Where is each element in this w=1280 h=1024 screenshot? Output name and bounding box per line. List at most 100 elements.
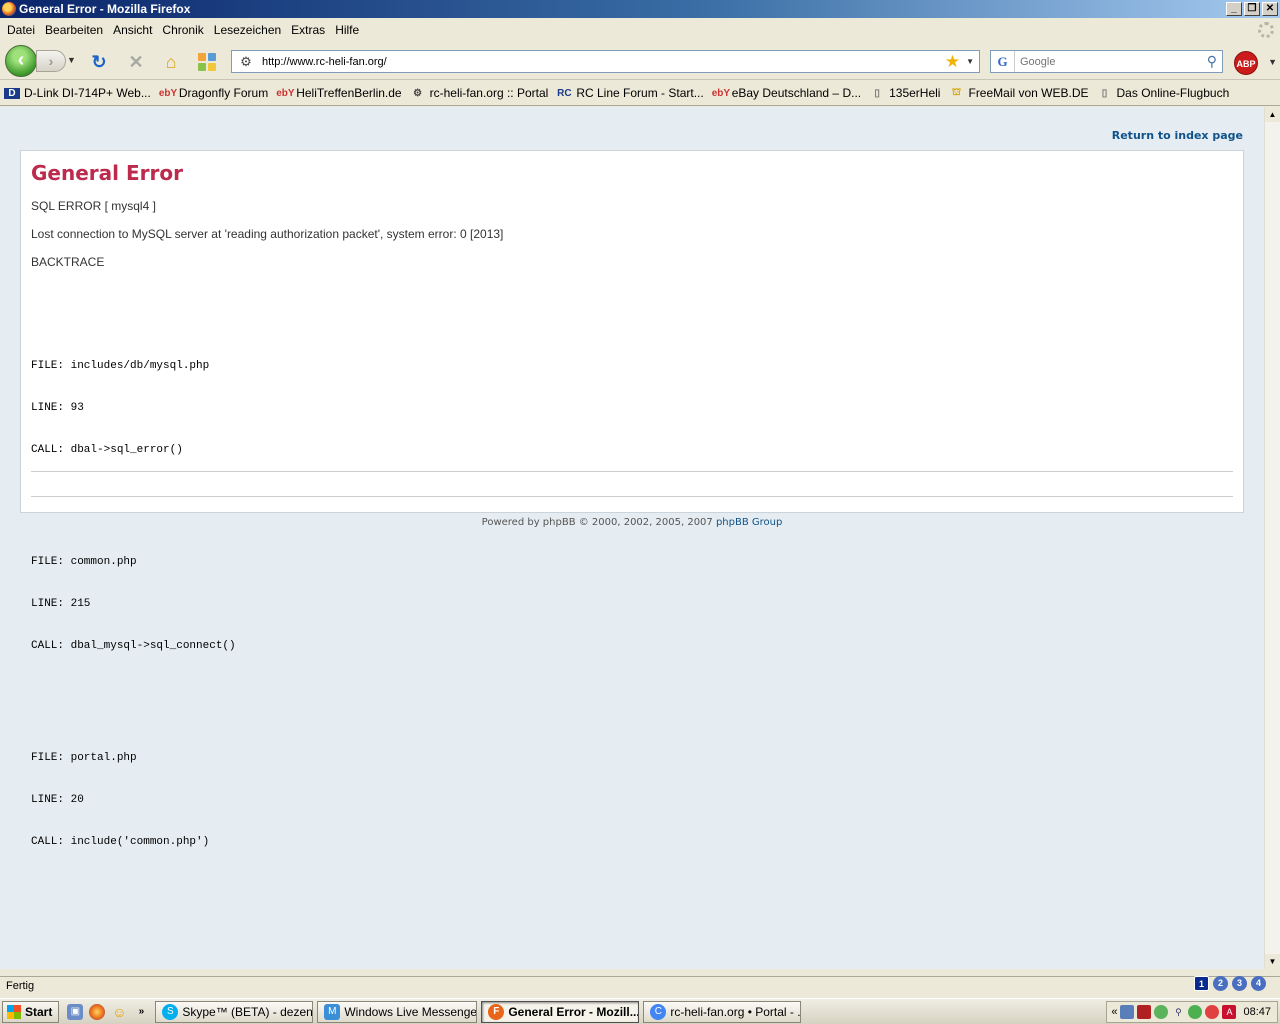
bookmark-label: eBay Deutschland – D... [731, 86, 862, 100]
messenger-tray-icon[interactable] [1154, 1005, 1169, 1019]
toolbar-overflow-icon[interactable]: ▼ [1268, 57, 1277, 67]
maximize-button[interactable]: ❐ [1244, 2, 1260, 16]
bookmark-star-icon[interactable]: ★ [945, 52, 960, 71]
bookmark-dlink[interactable]: D D-Link DI-714P+ Web... [0, 86, 155, 100]
start-button[interactable]: Start [2, 1000, 60, 1023]
url-dropdown-icon[interactable]: ▼ [966, 57, 974, 66]
task-label: Skype™ (BETA) - dezender [182, 1004, 313, 1019]
scroll-down-icon[interactable]: ▼ [1265, 954, 1280, 969]
history-dropdown-icon[interactable]: ▼ [67, 55, 76, 65]
home-icon[interactable]: ⌂ [160, 51, 182, 73]
bookmark-label: FreeMail von WEB.DE [968, 86, 1089, 100]
error-heading: General Error [31, 161, 183, 185]
close-button[interactable]: ✕ [1262, 2, 1278, 16]
search-tray-icon[interactable]: ⚲ [1171, 1005, 1185, 1019]
task-skype[interactable]: S Skype™ (BETA) - dezender [155, 1000, 314, 1023]
system-tray: « ⚲ A 08:47 [1106, 1001, 1278, 1023]
scroll-up-icon[interactable]: ▲ [1265, 107, 1280, 122]
acrobat-icon[interactable]: A [1222, 1005, 1237, 1019]
trace-line: LINE: 215 [31, 598, 91, 610]
trace-file: FILE: common.php [31, 556, 137, 568]
bookmark-rc-line[interactable]: RC RC Line Forum - Start... [552, 86, 707, 100]
bookmark-ebay[interactable]: ebY eBay Deutschland – D... [708, 86, 865, 100]
search-input[interactable] [1015, 55, 1207, 68]
backtrace-label: BACKTRACE [31, 255, 105, 269]
status-text: Fertig [6, 980, 35, 992]
menu-datei[interactable]: Datei [2, 23, 40, 37]
menu-lesezeichen[interactable]: Lesezeichen [209, 23, 286, 37]
error-panel: General Error SQL ERROR [ mysql4 ] Lost … [20, 150, 1244, 848]
windows-logo-icon [7, 1004, 21, 1019]
trace-line: LINE: 20 [31, 794, 84, 806]
start-label: Start [25, 1004, 53, 1019]
search-engine-icon[interactable]: G [991, 51, 1015, 72]
site-favicon-icon: ⚙ [240, 53, 252, 69]
desktop-1-button[interactable]: 1 [1194, 976, 1209, 991]
back-button[interactable]: ‹ [5, 45, 37, 77]
adblock-icon[interactable]: ABP [1234, 51, 1258, 75]
forward-button[interactable]: › [36, 50, 66, 72]
menu-hilfe[interactable]: Hilfe [330, 23, 364, 37]
bookmark-label: rc-heli-fan.org :: Portal [429, 86, 549, 100]
task-label: rc-heli-fan.org • Portal - ... [670, 1004, 802, 1019]
show-desktop-icon[interactable]: ▣ [67, 1003, 84, 1020]
firefox-icon [2, 2, 16, 16]
bookmark-rc-heli-fan[interactable]: ⚙ rc-heli-fan.org :: Portal [406, 86, 553, 100]
tray-expand-icon[interactable]: « [1111, 1006, 1117, 1018]
reload-icon[interactable]: ↻ [88, 51, 110, 73]
rc-line-icon: RC [557, 87, 572, 99]
stop-icon[interactable]: ✕ [125, 51, 147, 73]
ebay-icon: ebY [276, 87, 295, 99]
task-chrome[interactable]: C rc-heli-fan.org • Portal - ... [643, 1000, 802, 1023]
bookmarks-toolbar: D D-Link DI-714P+ Web... ebY Dragonfly F… [0, 81, 1280, 106]
trace-call: CALL: include('common.php') [31, 836, 210, 848]
bookmark-helitreffen[interactable]: ebY HeliTreffenBerlin.de [272, 86, 405, 100]
bookmark-label: D-Link DI-714P+ Web... [24, 86, 151, 100]
page-icon: ▯ [1101, 87, 1108, 99]
search-icon[interactable]: ⚲ [1207, 53, 1217, 70]
firefox-icon[interactable] [89, 1003, 106, 1020]
vertical-scrollbar[interactable]: ▲ ▼ [1264, 107, 1280, 969]
task-messenger[interactable]: M Windows Live Messenger [317, 1000, 478, 1023]
menu-ansicht[interactable]: Ansicht [108, 23, 157, 37]
backtrace-entry: FILE: portal.php LINE: 20 CALL: include(… [31, 723, 1233, 877]
sql-error-type: SQL ERROR [ mysql4 ] [31, 199, 156, 213]
phpbb-group-link[interactable]: phpBB Group [716, 517, 782, 528]
desktop-3-button[interactable]: 3 [1232, 976, 1247, 991]
window-title: General Error - Mozilla Firefox [19, 2, 191, 16]
trace-call: CALL: dbal->sql_error() [31, 444, 183, 456]
menu-bearbeiten[interactable]: Bearbeiten [40, 23, 108, 37]
menu-chronik[interactable]: Chronik [157, 23, 208, 37]
bookmark-135erheli[interactable]: ▯ 135erHeli [865, 86, 944, 100]
menu-extras[interactable]: Extras [286, 23, 330, 37]
skype-icon: S [162, 1003, 179, 1020]
webde-icon: ⛫ [951, 86, 962, 98]
printer-icon[interactable] [1137, 1005, 1152, 1019]
page-viewport: Return to index page General Error SQL E… [0, 107, 1264, 969]
dlink-icon: D [4, 87, 20, 99]
url-input[interactable] [262, 55, 945, 68]
network-icon[interactable] [1120, 1005, 1135, 1019]
task-firefox[interactable]: F General Error - Mozill... [481, 1000, 640, 1023]
desktop-2-button[interactable]: 2 [1213, 976, 1228, 991]
bookmark-label: Dragonfly Forum [178, 86, 269, 100]
desktop-4-button[interactable]: 4 [1251, 976, 1266, 991]
bookmark-dragonfly[interactable]: ebY Dragonfly Forum [155, 86, 272, 100]
clock[interactable]: 08:47 [1243, 1006, 1271, 1018]
security-icon[interactable] [1205, 1005, 1220, 1019]
return-to-index-link[interactable]: Return to index page [1112, 129, 1243, 142]
shield-icon[interactable] [1188, 1005, 1203, 1019]
bookmark-flugbuch[interactable]: ▯ Das Online-Flugbuch [1093, 86, 1234, 100]
trace-file: FILE: portal.php [31, 752, 137, 764]
speed-dial-icon[interactable] [196, 51, 218, 73]
menu-bar: Datei Bearbeiten Ansicht Chronik Lesezei… [0, 18, 1280, 42]
bookmark-webde[interactable]: ⛫ FreeMail von WEB.DE [944, 86, 1092, 100]
bookmark-label: Das Online-Flugbuch [1116, 86, 1230, 100]
backtrace-entry: FILE: common.php LINE: 215 CALL: dbal_my… [31, 527, 1233, 681]
minimize-button[interactable]: _ [1226, 2, 1242, 16]
quick-launch-overflow-icon[interactable]: » [133, 1004, 149, 1020]
messenger-icon[interactable]: ☺ [111, 1004, 127, 1020]
trace-file: FILE: includes/db/mysql.php [31, 360, 210, 372]
error-message: Lost connection to MySQL server at 'read… [31, 227, 504, 241]
windows-taskbar: Start ▣ ☺ » S Skype™ (BETA) - dezender M… [0, 998, 1280, 1024]
